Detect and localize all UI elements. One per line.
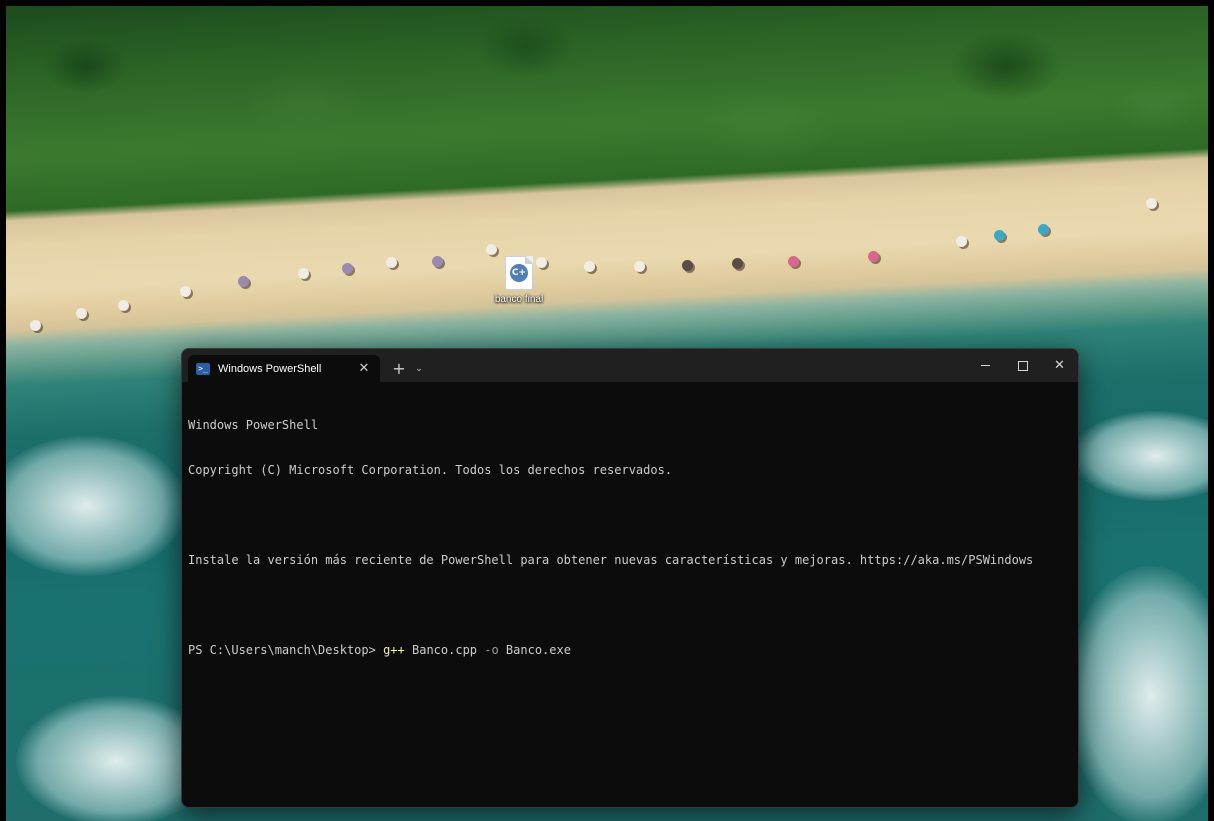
powershell-icon: >_ (196, 362, 210, 375)
beach-umbrella (732, 258, 743, 269)
beach-umbrella (682, 260, 693, 271)
wallpaper-surf (1071, 411, 1208, 501)
command-parameter: -o (484, 643, 499, 657)
beach-umbrella (238, 276, 249, 287)
beach-umbrella (30, 320, 41, 331)
maximize-button[interactable] (1004, 349, 1041, 382)
tab-actions: + ⌄ (388, 355, 428, 382)
window-controls: ✕ (967, 349, 1078, 382)
beach-umbrella (76, 308, 87, 319)
command-executable: g++ (383, 643, 405, 657)
new-tab-button[interactable]: + (388, 359, 410, 378)
minimize-icon (981, 365, 990, 366)
terminal-titlebar[interactable]: >_ Windows PowerShell ✕ + ⌄ ✕ (182, 349, 1078, 382)
cpp-file-icon: C+ (505, 256, 533, 290)
cpp-logo-glyph: C+ (510, 264, 528, 282)
beach-umbrella (486, 244, 497, 255)
beach-umbrella (868, 251, 879, 262)
wallpaper-foliage (6, 6, 1208, 246)
beach-umbrella (994, 230, 1005, 241)
beach-umbrella (180, 286, 191, 297)
close-window-button[interactable]: ✕ (1041, 349, 1078, 382)
beach-umbrella (298, 268, 309, 279)
beach-umbrella (788, 256, 799, 267)
beach-umbrella (432, 256, 443, 267)
tab-title: Windows PowerShell (218, 362, 322, 375)
console-line: Windows PowerShell (188, 418, 319, 432)
command-line[interactable]: PS C:\Users\manch\Desktop> g++ Banco.cpp… (188, 643, 1072, 658)
desktop-icon-banco-final[interactable]: C+ banco final (488, 256, 550, 305)
beach-umbrella (584, 261, 595, 272)
wallpaper-surf (6, 436, 186, 576)
terminal-output[interactable]: Windows PowerShell Copyright (C) Microso… (182, 382, 1078, 688)
command-tail: Banco.exe (498, 643, 571, 657)
maximize-icon (1017, 360, 1028, 371)
beach-umbrella (1038, 224, 1049, 235)
beach-umbrella (386, 257, 397, 268)
beach-umbrella (1146, 198, 1157, 209)
terminal-window[interactable]: >_ Windows PowerShell ✕ + ⌄ ✕ Windows Po… (181, 348, 1079, 808)
minimize-button[interactable] (967, 349, 1004, 382)
beach-umbrella (342, 263, 353, 274)
desktop-icon-label: banco final (494, 294, 544, 305)
beach-umbrella (118, 300, 129, 311)
beach-umbrella (956, 236, 967, 247)
tab-windows-powershell[interactable]: >_ Windows PowerShell ✕ (188, 355, 380, 382)
close-tab-icon[interactable]: ✕ (356, 361, 372, 376)
console-line: Instale la versión más reciente de Power… (188, 553, 1034, 567)
command-args: Banco.cpp (404, 643, 485, 657)
chevron-down-icon[interactable]: ⌄ (410, 364, 428, 374)
console-line: Copyright (C) Microsoft Corporation. Tod… (188, 463, 673, 477)
wallpaper-surf (1066, 566, 1208, 821)
prompt-path: PS C:\Users\manch\Desktop> (188, 643, 384, 657)
beach-umbrella (634, 261, 645, 272)
